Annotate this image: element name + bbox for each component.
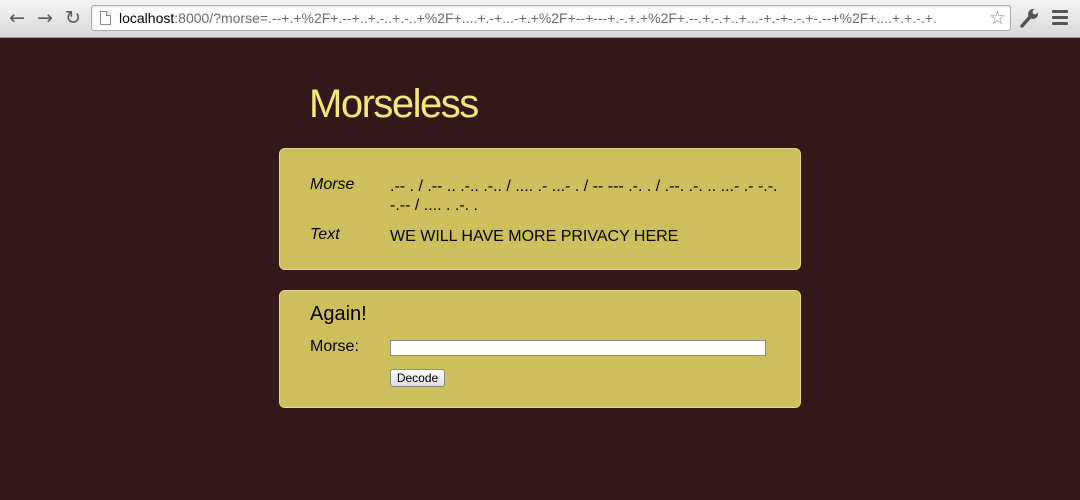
again-heading: Again! <box>310 303 367 325</box>
url-path: :8000/?morse=.--+.+%2F+.--+..+.-..+.-..+… <box>174 10 937 26</box>
url-text[interactable]: localhost:8000/?morse=.--+.+%2F+.--+..+.… <box>119 10 981 27</box>
decode-button[interactable]: Decode <box>390 369 445 387</box>
wrench-icon[interactable] <box>1019 6 1041 30</box>
morse-input-label: Morse: <box>310 338 359 355</box>
menu-icon[interactable] <box>1052 10 1068 26</box>
page-icon <box>100 11 111 25</box>
bookmark-star-icon[interactable]: ☆ <box>989 7 1006 29</box>
morse-input[interactable] <box>390 340 766 356</box>
result-panel: Morse .-- . / .-- .. .-.. .-.. / .... .-… <box>279 148 801 270</box>
back-icon[interactable]: ← <box>6 7 28 29</box>
page-title: Morseless <box>309 82 479 126</box>
url-host: localhost <box>119 10 175 26</box>
reload-icon[interactable]: ↻ <box>62 7 84 29</box>
morse-row-label: Morse <box>310 176 355 193</box>
address-bar[interactable]: localhost:8000/?morse=.--+.+%2F+.--+..+.… <box>91 5 1011 31</box>
text-row-label: Text <box>310 226 340 243</box>
again-panel: Again! Morse: Decode <box>279 290 801 408</box>
text-row-value: WE WILL HAVE MORE PRIVACY HERE <box>390 228 679 245</box>
forward-icon[interactable]: → <box>34 7 56 29</box>
browser-toolbar: ← → ↻ localhost:8000/?morse=.--+.+%2F+.-… <box>0 0 1080 38</box>
morse-row-value: .-- . / .-- .. .-.. .-.. / .... .- ...- … <box>390 178 778 214</box>
